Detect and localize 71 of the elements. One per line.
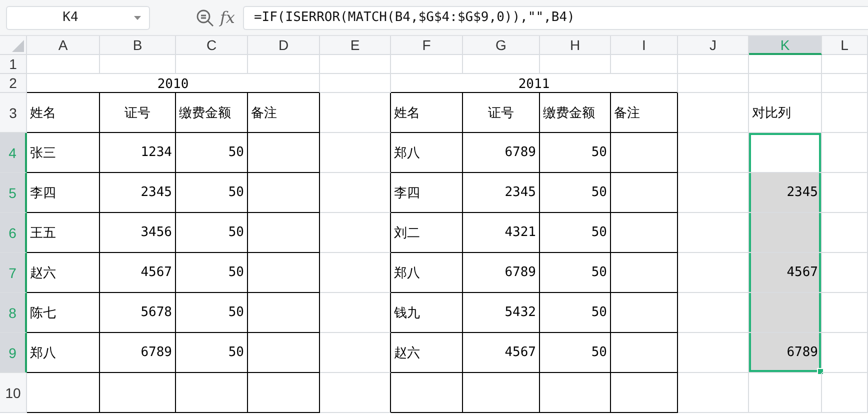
table-cell: 4567 <box>100 253 176 293</box>
table-cell: 6789 <box>749 333 822 373</box>
column-header[interactable]: C <box>176 36 248 55</box>
column-header[interactable]: D <box>248 36 320 55</box>
table-cell: 备注 <box>248 93 320 133</box>
table-cell: 4567 <box>463 333 540 373</box>
table-cell: 2345 <box>749 173 822 213</box>
table-cell: 郑八 <box>27 333 100 373</box>
row-header[interactable]: 1 <box>0 55 27 74</box>
table-cell: 3456 <box>100 213 176 253</box>
row-header[interactable]: 10 <box>0 373 27 413</box>
table-cell: 50 <box>176 253 248 293</box>
name-box[interactable]: K4 <box>6 6 150 30</box>
table-cell: 钱九 <box>391 293 463 333</box>
column-header[interactable]: L <box>822 36 868 55</box>
fill-handle[interactable] <box>817 368 824 375</box>
table-cell: 1234 <box>100 133 176 173</box>
table-cell: 李四 <box>27 173 100 213</box>
table-cell: 5678 <box>100 293 176 333</box>
table-cell: 50 <box>540 333 611 373</box>
table-cell: 6789 <box>463 253 540 293</box>
table-cell: 4321 <box>463 213 540 253</box>
row-header[interactable]: 2 <box>0 74 27 93</box>
table-cell: 50 <box>540 213 611 253</box>
table-cell: 证号 <box>100 93 176 133</box>
table-cell: 50 <box>540 173 611 213</box>
table-cell: 陈七 <box>27 293 100 333</box>
table-cell: 姓名 <box>391 93 463 133</box>
table-cell: 50 <box>176 133 248 173</box>
table-cell: 刘二 <box>391 213 463 253</box>
select-all-icon[interactable] <box>12 40 24 52</box>
table-cell: 2345 <box>100 173 176 213</box>
formula-field[interactable]: =IF(ISERROR(MATCH(B4,$G$4:$G$9,0)),"",B4) <box>242 6 868 30</box>
table-cell: 李四 <box>391 173 463 213</box>
table-cell: 张三 <box>27 133 100 173</box>
table-cell: 5432 <box>463 293 540 333</box>
year-title: 2010 <box>27 74 320 93</box>
row-header[interactable]: 3 <box>0 93 27 133</box>
table-cell: 郑八 <box>391 133 463 173</box>
column-header[interactable]: G <box>463 36 540 55</box>
column-header[interactable]: B <box>100 36 176 55</box>
column-header[interactable]: H <box>540 36 611 55</box>
column-header[interactable]: J <box>678 36 749 55</box>
table-cell: 郑八 <box>391 253 463 293</box>
table-cell: 姓名 <box>27 93 100 133</box>
column-header[interactable]: I <box>611 36 678 55</box>
table-cell: 50 <box>540 253 611 293</box>
table-cell: 4567 <box>749 253 822 293</box>
column-header[interactable]: A <box>27 36 100 55</box>
table-cell: 赵六 <box>27 253 100 293</box>
table-cell: 6789 <box>463 133 540 173</box>
table-cell: 赵六 <box>391 333 463 373</box>
table-cell: 50 <box>176 173 248 213</box>
table-cell: 缴费金额 <box>540 93 611 133</box>
table-cell: 2345 <box>463 173 540 213</box>
column-header[interactable]: E <box>320 36 391 55</box>
zoom-icon[interactable] <box>196 8 214 26</box>
table-cell: 证号 <box>463 93 540 133</box>
table-cell: 50 <box>540 133 611 173</box>
table-cell: 备注 <box>611 93 678 133</box>
table-cell: 50 <box>176 213 248 253</box>
table-cell: 王五 <box>27 213 100 253</box>
table-cell: 缴费金额 <box>176 93 248 133</box>
year-title: 2011 <box>391 74 678 93</box>
table-cell: 50 <box>176 333 248 373</box>
table-cell: 50 <box>176 293 248 333</box>
table-cell: 6789 <box>100 333 176 373</box>
table-cell: 50 <box>540 293 611 333</box>
caret-icon <box>134 16 141 20</box>
fx-label[interactable]: fx <box>220 8 235 27</box>
column-header[interactable]: F <box>391 36 463 55</box>
